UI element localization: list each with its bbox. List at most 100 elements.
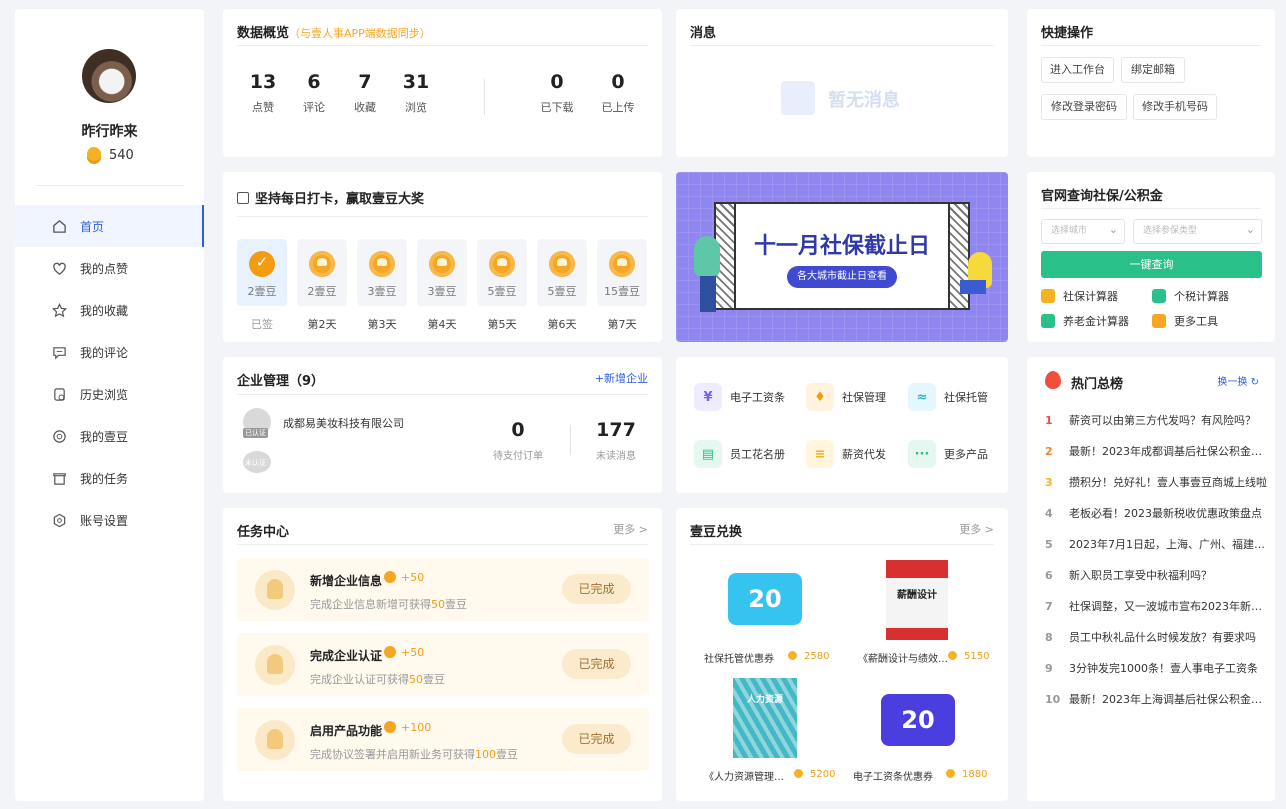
change-password-button[interactable]: 修改登录密码 bbox=[1041, 94, 1127, 120]
social-query-card: 官网查询社保/公积金 选择城市 选择参保类型 一键查询 社保计算器 个税计算器 … bbox=[1027, 172, 1275, 342]
stat-uploaded[interactable]: 0 已上传 bbox=[593, 71, 643, 115]
divider bbox=[484, 79, 485, 115]
checkin-day-7[interactable]: 15壹豆 bbox=[597, 239, 647, 306]
tool-salary-payment[interactable]: ≡ 薪资代发 bbox=[806, 440, 886, 468]
tax-calculator-link[interactable]: 个税计算器 bbox=[1152, 288, 1229, 304]
social-security-deadline-banner[interactable]: 十一月社保截止日 各大城市截止日查看 bbox=[676, 172, 1008, 342]
tool-more-products[interactable]: ··· 更多产品 bbox=[908, 440, 988, 468]
task-item: 新增企业信息 +50 完成企业信息新增可获得50壹豆 已完成 bbox=[237, 558, 649, 621]
checkin-day-5[interactable]: 5壹豆 bbox=[477, 239, 527, 306]
hot-item[interactable]: 4 老板必看！2023最新税收优惠政策盘点 bbox=[1045, 505, 1267, 521]
add-company-link[interactable]: +新增企业 bbox=[595, 370, 648, 386]
coin-icon bbox=[794, 769, 803, 778]
handshake-icon: ≈ bbox=[908, 383, 936, 411]
enter-workspace-button[interactable]: 进入工作台 bbox=[1041, 57, 1114, 83]
tool-social-hosting[interactable]: ≈ 社保托管 bbox=[908, 383, 988, 411]
checkin-day-4[interactable]: 3壹豆 bbox=[417, 239, 467, 306]
sidebar-item-comments[interactable]: 我的评论 bbox=[15, 331, 204, 373]
empty-message-icon bbox=[781, 81, 815, 115]
divider bbox=[570, 425, 571, 455]
checkin-day-6[interactable]: 5壹豆 bbox=[537, 239, 587, 306]
quick-actions-card: 快捷操作 进入工作台 绑定邮箱 修改登录密码 修改手机号码 bbox=[1027, 9, 1275, 157]
tool-social-management[interactable]: ♦ 社保管理 bbox=[806, 383, 886, 411]
sidebar-item-label: 我的点赞 bbox=[80, 261, 129, 276]
more-tasks-link[interactable]: 更多 > bbox=[613, 521, 648, 537]
sidebar-item-home[interactable]: 首页 bbox=[15, 205, 204, 247]
task-points: +100 bbox=[384, 721, 431, 734]
insurance-type-select[interactable]: 选择参保类型 bbox=[1133, 218, 1262, 244]
tool-employee-roster[interactable]: ▤ 员工花名册 bbox=[694, 440, 785, 468]
check-icon bbox=[249, 251, 275, 277]
sidebar-item-tasks[interactable]: 我的任务 bbox=[15, 457, 204, 499]
task-completed-button[interactable]: 已完成 bbox=[562, 574, 631, 604]
hot-item[interactable]: 6 新入职员工享受中秋福利吗？ bbox=[1045, 567, 1267, 583]
bean-icon bbox=[489, 251, 515, 277]
banner-figure-left bbox=[694, 236, 720, 276]
exchange-item-price: 5150 bbox=[948, 651, 989, 662]
hot-item[interactable]: 2最新！2023年成都调基后社保公积金缴费基数 bbox=[1045, 443, 1267, 459]
sidebar-item-favorites[interactable]: 我的收藏 bbox=[15, 289, 204, 331]
sidebar-item-beans[interactable]: 我的壹豆 bbox=[15, 415, 204, 457]
refresh-button[interactable]: 换一换 ↻ bbox=[1217, 373, 1259, 388]
city-select[interactable]: 选择城市 bbox=[1041, 218, 1125, 244]
book-cover-image[interactable]: 人力资源 bbox=[733, 678, 797, 758]
tool-e-payslip[interactable]: ¥ 电子工资条 bbox=[694, 383, 785, 411]
hot-item[interactable]: 9 3分钟发完1000条！壹人事电子工资条 bbox=[1045, 660, 1267, 676]
stat-likes[interactable]: 13 点赞 bbox=[238, 71, 288, 115]
change-phone-button[interactable]: 修改手机号码 bbox=[1133, 94, 1217, 120]
pending-orders-stat[interactable]: 0 待支付订单 bbox=[493, 419, 543, 462]
checkin-day-label: 已签 bbox=[251, 318, 273, 331]
sidebar-item-settings[interactable]: 账号设置 bbox=[15, 499, 204, 541]
more-exchange-link[interactable]: 更多 > bbox=[959, 521, 994, 537]
hot-item[interactable]: 3 攒积分！兑好礼！壹人事壹豆商城上线啦 bbox=[1045, 474, 1267, 490]
star-icon bbox=[51, 302, 67, 318]
divider bbox=[35, 185, 184, 186]
checkin-day-1[interactable]: 2壹豆 bbox=[237, 239, 287, 306]
verified-badge: 已认证 bbox=[243, 428, 268, 438]
calendar-icon bbox=[237, 192, 249, 204]
task-completed-button[interactable]: 已完成 bbox=[562, 649, 631, 679]
more-tools-link[interactable]: 更多工具 bbox=[1152, 313, 1218, 329]
avatar[interactable] bbox=[82, 49, 136, 103]
exchange-item-name[interactable]: 《薪酬设计与绩效考核全案》 bbox=[858, 650, 950, 665]
bind-email-button[interactable]: 绑定邮箱 bbox=[1121, 57, 1185, 83]
task-item: 完成企业认证 +50 完成企业认证可获得50壹豆 已完成 bbox=[237, 633, 649, 696]
pension-calculator-link[interactable]: 养老金计算器 bbox=[1041, 313, 1129, 329]
coin-balance: 540 bbox=[87, 147, 134, 163]
stat-comments[interactable]: 6 评论 bbox=[289, 71, 339, 115]
task-icon bbox=[51, 470, 67, 486]
sidebar-item-history[interactable]: 历史浏览 bbox=[15, 373, 204, 415]
sidebar-item-label: 我的壹豆 bbox=[80, 429, 129, 444]
hot-item[interactable]: 52023年7月1日起，上海、广州、福建等地调整 bbox=[1045, 536, 1267, 552]
social-calculator-link[interactable]: 社保计算器 bbox=[1041, 288, 1118, 304]
coupon-image[interactable]: 20 bbox=[881, 694, 955, 746]
checkin-day-label: 第7天 bbox=[607, 318, 637, 331]
task-center-card: 任务中心 更多 > 新增企业信息 +50 完成企业信息新增可获得50壹豆 已完成… bbox=[223, 508, 662, 801]
hot-item[interactable]: 1 薪资可以由第三方代发吗？有风险吗？ bbox=[1045, 412, 1267, 428]
exchange-item-name[interactable]: 《人力资源管理实务》 bbox=[704, 768, 792, 783]
unread-messages-stat[interactable]: 177 未读消息 bbox=[591, 419, 641, 462]
company-name[interactable]: 成都易美妆科技有限公司 bbox=[283, 415, 404, 431]
exchange-item-name[interactable]: 社保托管优惠券 bbox=[704, 650, 784, 665]
task-points: +50 bbox=[384, 571, 424, 584]
sidebar-item-label: 我的评论 bbox=[80, 345, 129, 360]
task-points: +50 bbox=[384, 646, 424, 659]
hot-item[interactable]: 10最新！2023年上海调基后社保公积金缴费基数 bbox=[1045, 691, 1267, 707]
sidebar-item-likes[interactable]: 我的点赞 bbox=[15, 247, 204, 289]
task-completed-button[interactable]: 已完成 bbox=[562, 724, 631, 754]
hot-item[interactable]: 8 员工中秋礼品什么时候发放？有要求吗 bbox=[1045, 629, 1267, 645]
stat-downloaded[interactable]: 0 已下载 bbox=[532, 71, 582, 115]
bean-icon bbox=[51, 428, 67, 444]
coupon-image[interactable]: 20 bbox=[728, 573, 802, 625]
stat-views[interactable]: 31 浏览 bbox=[391, 71, 441, 115]
one-click-query-button[interactable]: 一键查询 bbox=[1041, 251, 1262, 278]
banner-cta-button[interactable]: 各大城市截止日查看 bbox=[787, 266, 897, 288]
book-cover-image[interactable]: 薪酬设计 bbox=[886, 560, 948, 640]
stat-favorites[interactable]: 7 收藏 bbox=[340, 71, 390, 115]
checkin-day-3[interactable]: 3壹豆 bbox=[357, 239, 407, 306]
checkin-day-2[interactable]: 2壹豆 bbox=[297, 239, 347, 306]
banner-figure-left-legs bbox=[700, 276, 716, 312]
exchange-item-name[interactable]: 电子工资条优惠券 bbox=[853, 768, 933, 783]
history-icon bbox=[51, 386, 67, 402]
hot-item[interactable]: 7 社保调整，又一波城市宣布2023年新标准 bbox=[1045, 598, 1267, 614]
